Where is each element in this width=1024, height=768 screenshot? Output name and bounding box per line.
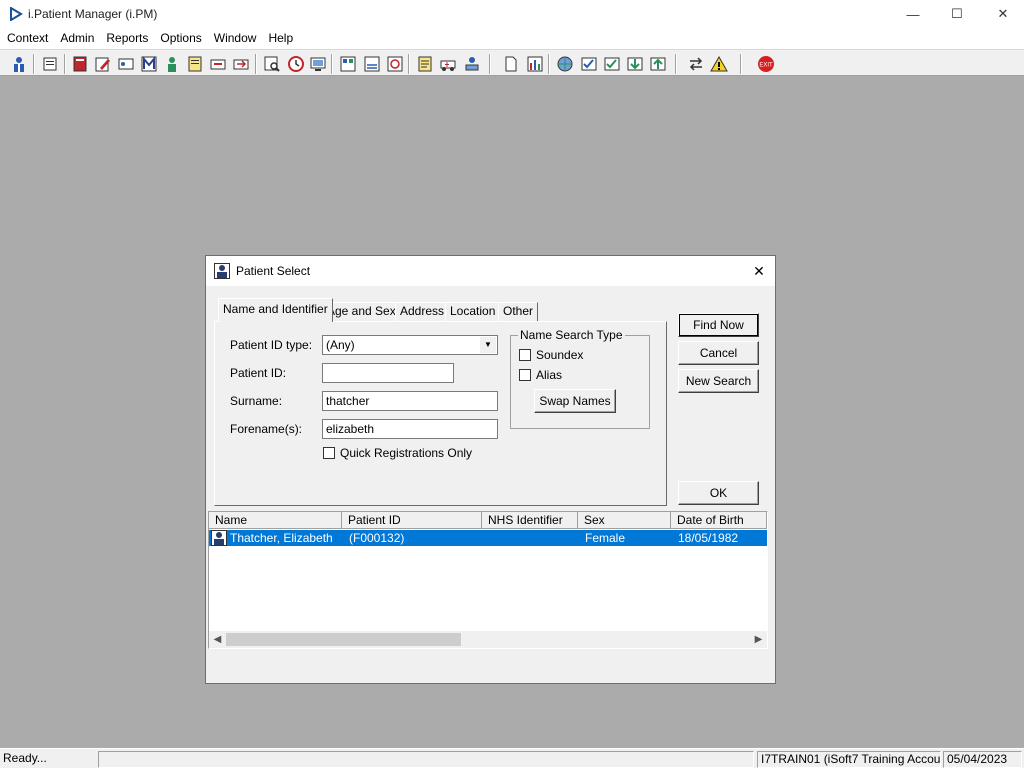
swap-names-button[interactable]: Swap Names: [534, 389, 616, 413]
cancel-button[interactable]: Cancel: [678, 341, 759, 365]
book-icon[interactable]: [70, 54, 90, 74]
column-header-date-of-birth[interactable]: Date of Birth: [671, 512, 767, 529]
soundex-checkbox[interactable]: [519, 349, 531, 361]
cell-date-of-birth: 18/05/1982: [678, 531, 739, 545]
quick-registrations-label: Quick Registrations Only: [340, 446, 473, 460]
dialog-title: Patient Select: [236, 264, 311, 278]
task-list-icon[interactable]: [579, 54, 599, 74]
soundex-label: Soundex: [536, 348, 584, 362]
globe-icon[interactable]: [555, 54, 575, 74]
scroll-left-icon[interactable]: ◀: [209, 631, 226, 648]
forenames-label: Forename(s):: [230, 422, 303, 436]
ambulance-icon[interactable]: [438, 54, 458, 74]
waiting-list-icon[interactable]: [415, 54, 435, 74]
patient-id-type-label: Patient ID type:: [230, 338, 313, 352]
cell-name: Thatcher, Elizabeth: [230, 531, 333, 545]
clock-icon[interactable]: [286, 54, 306, 74]
menu-help[interactable]: Help: [262, 28, 299, 49]
edit-record-icon[interactable]: [93, 54, 113, 74]
cell-sex: Female: [585, 531, 626, 545]
dialog-close-button[interactable]: ✕: [747, 259, 771, 283]
search-records-icon[interactable]: [262, 54, 282, 74]
chevron-down-icon[interactable]: ▼: [480, 337, 496, 353]
toolbar: EXIT: [0, 49, 1024, 76]
scrollbar-thumb[interactable]: [226, 633, 461, 646]
schedule-icon[interactable]: [385, 54, 405, 74]
tab-other[interactable]: Other: [498, 302, 539, 321]
close-button[interactable]: ✕: [980, 0, 1024, 28]
alias-checkbox[interactable]: [519, 369, 531, 381]
name-search-type-legend: Name Search Type: [518, 328, 625, 342]
results-list[interactable]: Name Patient ID NHS Identifier Sex Date …: [208, 511, 768, 649]
table-row[interactable]: Thatcher, Elizabeth (F000132) Female 18/…: [209, 530, 767, 546]
quick-registrations-checkbox[interactable]: [323, 447, 335, 459]
dialog-title-bar: Patient Select ✕: [206, 256, 775, 286]
tab-address[interactable]: Address: [395, 302, 450, 321]
bed-list-icon[interactable]: [362, 54, 382, 74]
alias-label: Alias: [536, 368, 563, 382]
patient-icon[interactable]: [9, 54, 29, 74]
patient-id-type-select[interactable]: (Any) ▼: [322, 335, 498, 355]
swap-icon[interactable]: [686, 54, 706, 74]
cell-patient-id: (F000132): [349, 531, 405, 545]
tab-location[interactable]: Location: [445, 302, 501, 321]
checklist-icon[interactable]: [602, 54, 622, 74]
patient-select-icon: [214, 263, 230, 279]
admission-icon[interactable]: [462, 54, 482, 74]
app-title-bar: i.Patient Manager (i.PM) — ☐ ✕: [0, 0, 1024, 28]
exit-icon[interactable]: EXIT: [756, 54, 776, 74]
tab-name-and-identifier[interactable]: Name and Identifier: [218, 298, 333, 322]
status-text: Ready...: [3, 751, 47, 765]
maximize-button[interactable]: ☐: [934, 0, 980, 28]
status-bar: Ready... I7TRAIN01 (iSoft7 Training Acco…: [0, 748, 1024, 768]
menu-context[interactable]: Context: [1, 28, 54, 49]
patient-select-dialog: Patient Select ✕ Name and Identifier Age…: [205, 255, 776, 684]
menu-bar: Context Admin Reports Options Window Hel…: [0, 28, 1024, 49]
id-card-icon[interactable]: [116, 54, 136, 74]
svg-text:EXIT: EXIT: [759, 63, 773, 69]
menu-admin[interactable]: Admin: [54, 28, 100, 49]
transfer-icon[interactable]: [231, 54, 251, 74]
tab-age-and-sex[interactable]: Age and Sex: [322, 302, 401, 321]
status-account: I7TRAIN01 (iSoft7 Training Account): [757, 751, 941, 768]
surname-label: Surname:: [230, 394, 283, 408]
download-icon[interactable]: [625, 54, 645, 74]
bar-chart-icon[interactable]: [525, 54, 545, 74]
forenames-input[interactable]: elizabeth: [322, 419, 498, 439]
horizontal-scrollbar[interactable]: ◀ ▶: [209, 631, 767, 648]
new-search-button[interactable]: New Search: [678, 369, 759, 393]
status-date: 05/04/2023: [943, 751, 1022, 768]
patient-id-type-value: (Any): [326, 338, 355, 352]
app-logo-icon: [10, 7, 23, 21]
ok-button[interactable]: OK: [678, 481, 759, 505]
patient-row-icon: [211, 530, 227, 546]
letter-m-icon[interactable]: [139, 54, 159, 74]
surname-input[interactable]: thatcher: [322, 391, 498, 411]
document-icon[interactable]: [501, 54, 521, 74]
menu-options[interactable]: Options: [154, 28, 207, 49]
column-header-sex[interactable]: Sex: [578, 512, 671, 529]
upload-icon[interactable]: [648, 54, 668, 74]
notes-icon[interactable]: [185, 54, 205, 74]
referral-icon[interactable]: [208, 54, 228, 74]
column-header-nhs-identifier[interactable]: NHS Identifier: [482, 512, 578, 529]
column-header-name[interactable]: Name: [209, 512, 342, 529]
print-icon[interactable]: [40, 54, 60, 74]
status-message-pane: [98, 751, 754, 768]
column-header-patient-id[interactable]: Patient ID: [342, 512, 482, 529]
monitor-icon[interactable]: [308, 54, 328, 74]
menu-reports[interactable]: Reports: [100, 28, 154, 49]
find-now-button[interactable]: Find Now: [678, 313, 759, 337]
patient-id-input[interactable]: [322, 363, 454, 383]
doctor-icon[interactable]: [162, 54, 182, 74]
warning-icon[interactable]: [709, 54, 729, 74]
minimize-button[interactable]: —: [890, 0, 936, 28]
scroll-right-icon[interactable]: ▶: [750, 631, 767, 648]
ward-view-icon[interactable]: [338, 54, 358, 74]
app-title: i.Patient Manager (i.PM): [28, 7, 158, 21]
menu-window[interactable]: Window: [208, 28, 263, 49]
patient-id-label: Patient ID:: [230, 366, 287, 380]
